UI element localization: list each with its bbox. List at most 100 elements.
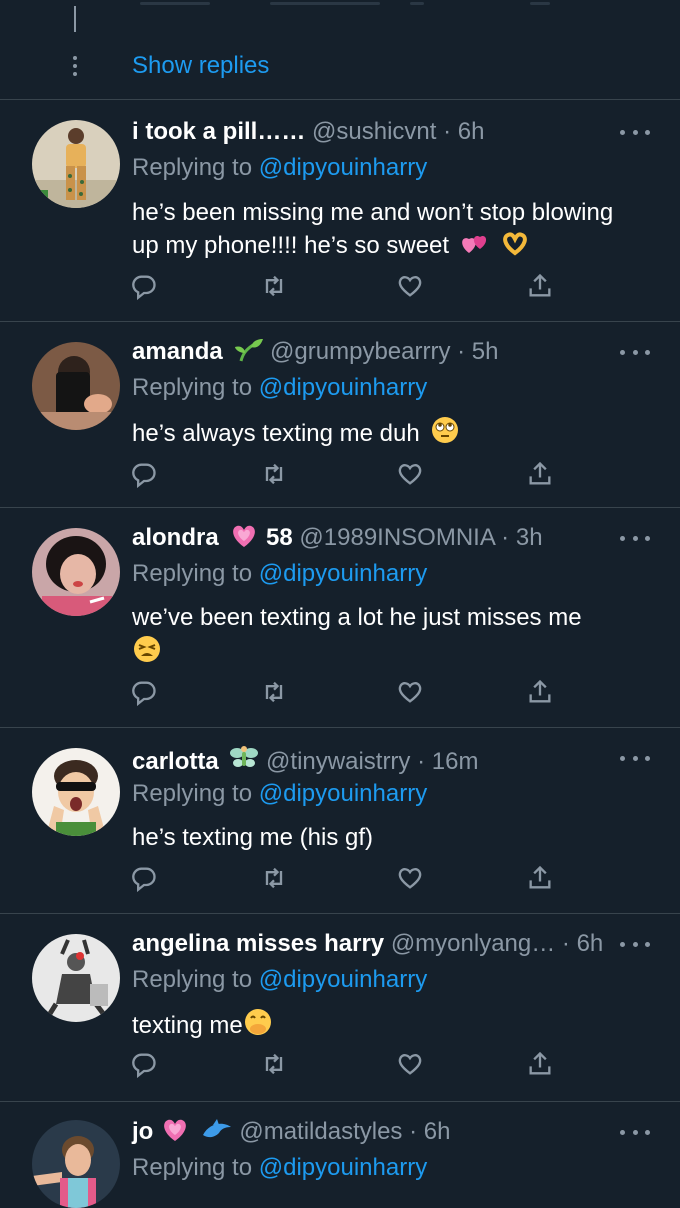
tweet[interactable]: jo @matildastyles · 6h Replying to @dipy… <box>0 1102 680 1208</box>
tweet-header: jo @matildastyles · 6h <box>132 1117 450 1151</box>
avatar[interactable] <box>32 934 120 1022</box>
tweet-text-line: we’ve been texting a lot he just misses … <box>132 604 582 631</box>
replying-to: Replying to @dipyouinharry <box>132 780 428 807</box>
handle-and-time[interactable]: @tinywaistrry · 16m <box>266 748 478 775</box>
display-name[interactable]: carlotta <box>132 748 219 775</box>
retweet-icon[interactable] <box>260 272 290 302</box>
tweet-text-line: texting me <box>132 1012 243 1039</box>
like-icon[interactable] <box>396 460 426 490</box>
mention-link[interactable]: @dipyouinharry <box>259 154 427 181</box>
thread-top: Show replies <box>0 0 680 100</box>
more-icon[interactable] <box>620 342 650 362</box>
share-icon[interactable] <box>526 864 556 894</box>
replying-to: Replying to @dipyouinharry <box>132 966 428 993</box>
handle-and-time[interactable]: @matildastyles · 6h <box>239 1118 450 1145</box>
share-icon[interactable] <box>526 1050 556 1080</box>
mention-link[interactable]: @dipyouinharry <box>259 560 427 587</box>
tweet-header: i took a pill…… @sushicvnt · 6h <box>132 117 484 147</box>
fairy-emoji-icon <box>229 743 259 781</box>
like-icon[interactable] <box>396 864 426 894</box>
growing-heart-emoji-icon <box>160 1117 190 1151</box>
dolphin-emoji-icon <box>201 1117 233 1151</box>
retweet-icon[interactable] <box>260 460 290 490</box>
avatar[interactable] <box>32 528 120 616</box>
share-icon[interactable] <box>526 272 556 302</box>
display-name-suffix[interactable]: 58 <box>266 524 293 551</box>
cut-off-content <box>130 0 550 10</box>
retweet-icon[interactable] <box>260 1050 290 1080</box>
avatar[interactable] <box>32 342 120 430</box>
avatar[interactable] <box>32 1120 120 1208</box>
tweet-header: amanda @grumpybearrry · 5h <box>132 337 498 371</box>
more-icon[interactable] <box>620 122 650 142</box>
growing-heart-emoji-icon <box>229 523 259 557</box>
tweet-header: carlotta @tinywaistrry · 16m <box>132 743 478 781</box>
tweet-header: angelina misses harry @myonlyang… · 6h <box>132 929 603 959</box>
more-icon[interactable] <box>620 934 650 954</box>
tweet-text-line: he’s always texting me duh <box>132 420 420 447</box>
tweet-text: he’s always texting me duh <box>132 415 652 454</box>
display-name[interactable]: jo <box>132 1118 153 1145</box>
tweet-actions <box>130 678 560 708</box>
handle-and-time[interactable]: @grumpybearrry · 5h <box>270 338 498 365</box>
thread-gap-dots-icon <box>72 56 78 80</box>
display-name[interactable]: alondra <box>132 524 219 551</box>
reply-icon[interactable] <box>130 272 160 302</box>
avatar[interactable] <box>32 120 120 208</box>
avatar[interactable] <box>32 748 120 836</box>
tweet-text: texting me <box>132 1007 652 1046</box>
tweet-actions <box>130 1050 560 1080</box>
rolling-eyes-emoji-icon <box>430 415 460 454</box>
tired-face-emoji-icon <box>132 634 162 673</box>
tweet[interactable]: amanda @grumpybearrry · 5h Replying to @… <box>0 322 680 508</box>
replying-to: Replying to @dipyouinharry <box>132 560 428 587</box>
retweet-icon[interactable] <box>260 864 290 894</box>
display-name[interactable]: angelina misses harry <box>132 930 384 957</box>
tweet-actions <box>130 460 560 490</box>
tweet-text-line: he’s been missing me and won’t stop blow… <box>132 199 614 226</box>
show-replies-link[interactable]: Show replies <box>132 52 269 80</box>
tweet[interactable]: carlotta @tinywaistrry · 16m Replying to… <box>0 728 680 914</box>
more-icon[interactable] <box>620 528 650 548</box>
tweet-text: he’s texting me (his gf) <box>132 821 652 854</box>
two-hearts-emoji-icon <box>460 231 490 266</box>
mention-link[interactable]: @dipyouinharry <box>259 1154 427 1181</box>
handle-and-time[interactable]: @myonlyang… · 6h <box>391 930 603 957</box>
tweet-text: we’ve been texting a lot he just misses … <box>132 601 652 673</box>
reply-icon[interactable] <box>130 864 160 894</box>
display-name[interactable]: amanda <box>132 338 223 365</box>
retweet-icon[interactable] <box>260 678 290 708</box>
display-name[interactable]: i took a pill…… <box>132 118 312 145</box>
tweet-header: alondra 58 @1989INSOMNIA · 3h <box>132 523 543 557</box>
like-icon[interactable] <box>396 678 426 708</box>
like-icon[interactable] <box>396 272 426 302</box>
handle-and-time[interactable]: @1989INSOMNIA · 3h <box>299 524 542 551</box>
tweet-text-line: he’s texting me (his gf) <box>132 824 373 851</box>
more-icon[interactable] <box>620 748 650 768</box>
replying-to: Replying to @dipyouinharry <box>132 374 428 401</box>
tweet-text: he’s been missing me and won’t stop blow… <box>132 196 652 266</box>
mention-link[interactable]: @dipyouinharry <box>259 780 427 807</box>
tweet-actions <box>130 864 560 894</box>
seedling-emoji-icon <box>233 337 264 371</box>
share-icon[interactable] <box>526 678 556 708</box>
reply-icon[interactable] <box>130 1050 160 1080</box>
heart-hands-emoji-icon <box>500 231 530 266</box>
tweet[interactable]: angelina misses harry @myonlyang… · 6h R… <box>0 914 680 1102</box>
handle-and-time[interactable]: @sushicvnt · 6h <box>312 118 484 145</box>
tweet-actions <box>130 272 560 302</box>
tweet[interactable]: alondra 58 @1989INSOMNIA · 3h Replying t… <box>0 508 680 728</box>
thread-connector-line <box>74 6 76 32</box>
hand-over-mouth-emoji-icon <box>243 1007 273 1046</box>
mention-link[interactable]: @dipyouinharry <box>259 374 427 401</box>
like-icon[interactable] <box>396 1050 426 1080</box>
reply-icon[interactable] <box>130 678 160 708</box>
replying-to: Replying to @dipyouinharry <box>132 1154 428 1181</box>
tweet-text-line: up my phone!!!! he’s so sweet <box>132 232 450 259</box>
tweet[interactable]: i took a pill…… @sushicvnt · 6h Replying… <box>0 100 680 322</box>
more-icon[interactable] <box>620 1122 650 1142</box>
replying-to: Replying to @dipyouinharry <box>132 154 428 181</box>
reply-icon[interactable] <box>130 460 160 490</box>
mention-link[interactable]: @dipyouinharry <box>259 966 427 993</box>
share-icon[interactable] <box>526 460 556 490</box>
